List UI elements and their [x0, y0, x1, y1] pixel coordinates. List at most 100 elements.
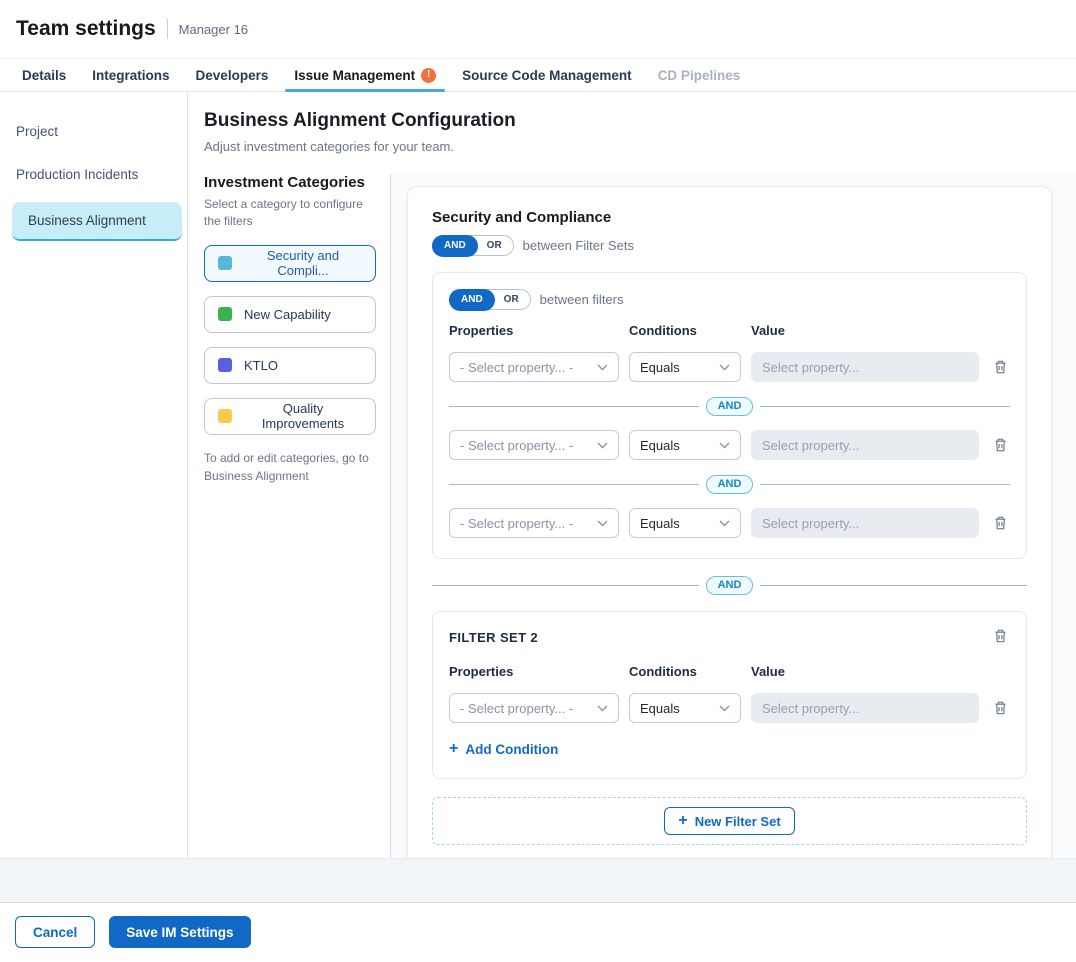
condition-select[interactable]: Equals: [629, 508, 741, 538]
chevron-down-icon: [597, 364, 608, 371]
category-quality-improvements[interactable]: Quality Improvements: [204, 398, 376, 435]
column-headers: Properties Conditions Value: [449, 323, 1010, 338]
value-input[interactable]: [751, 508, 979, 538]
toggle-and-option[interactable]: AND: [449, 289, 495, 311]
property-select[interactable]: - Select property... -: [449, 430, 619, 460]
tab-issue-management[interactable]: Issue Management !: [281, 59, 449, 91]
plus-icon: +: [449, 741, 458, 757]
property-select-value: - Select property... -: [460, 516, 573, 531]
page-header: Team settings Manager 16: [0, 0, 1076, 58]
delete-filter-button[interactable]: [991, 357, 1010, 377]
filter-set-1: AND OR between filters Properties Condit…: [432, 272, 1027, 559]
and-connector-pill: AND: [706, 475, 754, 494]
conditions-header: Conditions: [629, 664, 741, 679]
category-list: Security and Compli... New Capability KT…: [204, 245, 376, 435]
property-select[interactable]: - Select property... -: [449, 693, 619, 723]
filter-row: - Select property... - Equals: [449, 508, 1010, 538]
category-color-swatch: [218, 256, 232, 270]
filter-panel-card: Security and Compliance AND OR between F…: [407, 186, 1052, 858]
filter-row: - Select property... - Equals: [449, 693, 1010, 723]
sidebar-item-business-alignment[interactable]: Business Alignment: [12, 202, 182, 241]
category-new-capability[interactable]: New Capability: [204, 296, 376, 333]
column-headers: Properties Conditions Value: [449, 664, 1010, 679]
warning-icon: !: [421, 68, 436, 83]
property-select[interactable]: - Select property... -: [449, 508, 619, 538]
trash-icon: [993, 628, 1008, 644]
tab-issue-management-label: Issue Management: [294, 68, 415, 83]
value-input[interactable]: [751, 352, 979, 382]
and-connector-pill: AND: [706, 576, 754, 595]
property-select[interactable]: - Select property... -: [449, 352, 619, 382]
and-or-toggle-filters[interactable]: AND OR: [449, 289, 531, 310]
delete-filter-button[interactable]: [991, 698, 1010, 718]
sidebar-item-project[interactable]: Project: [0, 110, 187, 153]
property-select-value: - Select property... -: [460, 438, 573, 453]
new-filter-set-zone: + New Filter Set: [432, 797, 1027, 845]
chevron-down-icon: [719, 442, 730, 449]
chevron-down-icon: [719, 705, 730, 712]
toggle-or-option[interactable]: OR: [495, 289, 530, 311]
category-color-swatch: [218, 358, 232, 372]
bottom-spacer: [0, 858, 1076, 902]
category-security-and-compliance[interactable]: Security and Compli...: [204, 245, 376, 282]
category-label: KTLO: [244, 358, 278, 373]
tab-details[interactable]: Details: [9, 59, 79, 91]
category-label: New Capability: [244, 307, 331, 322]
condition-select[interactable]: Equals: [629, 430, 741, 460]
between-filters-caption: between filters: [540, 292, 624, 307]
condition-select-value: Equals: [640, 701, 680, 716]
chevron-down-icon: [719, 520, 730, 527]
footer-actions: Cancel Save IM Settings: [0, 902, 1076, 962]
property-select-value: - Select property... -: [460, 360, 573, 375]
page-title: Team settings: [16, 17, 156, 41]
category-color-swatch: [218, 409, 232, 423]
toggle-or-option[interactable]: OR: [478, 235, 513, 257]
settings-tab-bar: Details Integrations Developers Issue Ma…: [0, 58, 1076, 92]
property-select-value: - Select property... -: [460, 701, 573, 716]
main-content: Business Alignment Configuration Adjust …: [188, 92, 1076, 858]
tab-source-code-management[interactable]: Source Code Management: [449, 59, 645, 91]
between-sets-caption: between Filter Sets: [523, 238, 634, 253]
content-area: Project Production Incidents Business Al…: [0, 92, 1076, 858]
properties-header: Properties: [449, 664, 619, 679]
between-sets-toggle-row: AND OR between Filter Sets: [432, 235, 1027, 256]
new-filter-set-button[interactable]: + New Filter Set: [664, 807, 794, 835]
cancel-button[interactable]: Cancel: [15, 916, 95, 948]
categories-note: To add or edit categories, go to Busines…: [204, 449, 374, 486]
category-ktlo[interactable]: KTLO: [204, 347, 376, 384]
categories-subtitle: Select a category to configure the filte…: [204, 196, 372, 231]
filter-set-2-title: FILTER SET 2: [449, 626, 538, 645]
toggle-and-option[interactable]: AND: [432, 235, 478, 257]
trash-icon: [993, 700, 1008, 716]
condition-select-value: Equals: [640, 516, 680, 531]
categories-title: Investment Categories: [204, 174, 376, 191]
panel-title: Security and Compliance: [432, 209, 1027, 226]
and-or-toggle-sets[interactable]: AND OR: [432, 235, 514, 256]
category-label: Quality Improvements: [244, 401, 362, 431]
sidebar-item-business-alignment-label: Business Alignment: [28, 213, 146, 228]
filter-row: - Select property... - Equals: [449, 430, 1010, 460]
filter-row: - Select property... - Equals: [449, 352, 1010, 382]
condition-select[interactable]: Equals: [629, 693, 741, 723]
tab-developers[interactable]: Developers: [183, 59, 282, 91]
chevron-down-icon: [597, 442, 608, 449]
save-im-settings-button[interactable]: Save IM Settings: [109, 916, 250, 948]
section-subtitle: Adjust investment categories for your te…: [204, 139, 1076, 154]
delete-filter-button[interactable]: [991, 435, 1010, 455]
value-input[interactable]: [751, 430, 979, 460]
add-condition-button[interactable]: + Add Condition: [449, 741, 558, 757]
delete-filter-set-button[interactable]: [991, 626, 1010, 646]
delete-filter-button[interactable]: [991, 513, 1010, 533]
condition-select[interactable]: Equals: [629, 352, 741, 382]
condition-select-value: Equals: [640, 360, 680, 375]
sidebar-item-production-incidents[interactable]: Production Incidents: [0, 153, 187, 196]
trash-icon: [993, 515, 1008, 531]
and-connector-between-sets: AND: [432, 576, 1027, 595]
category-color-swatch: [218, 307, 232, 321]
chevron-down-icon: [597, 705, 608, 712]
tab-developers-label: Developers: [196, 68, 269, 83]
tab-integrations[interactable]: Integrations: [79, 59, 182, 91]
and-connector: AND: [449, 397, 1010, 416]
value-input[interactable]: [751, 693, 979, 723]
new-filter-set-label: New Filter Set: [695, 814, 781, 829]
